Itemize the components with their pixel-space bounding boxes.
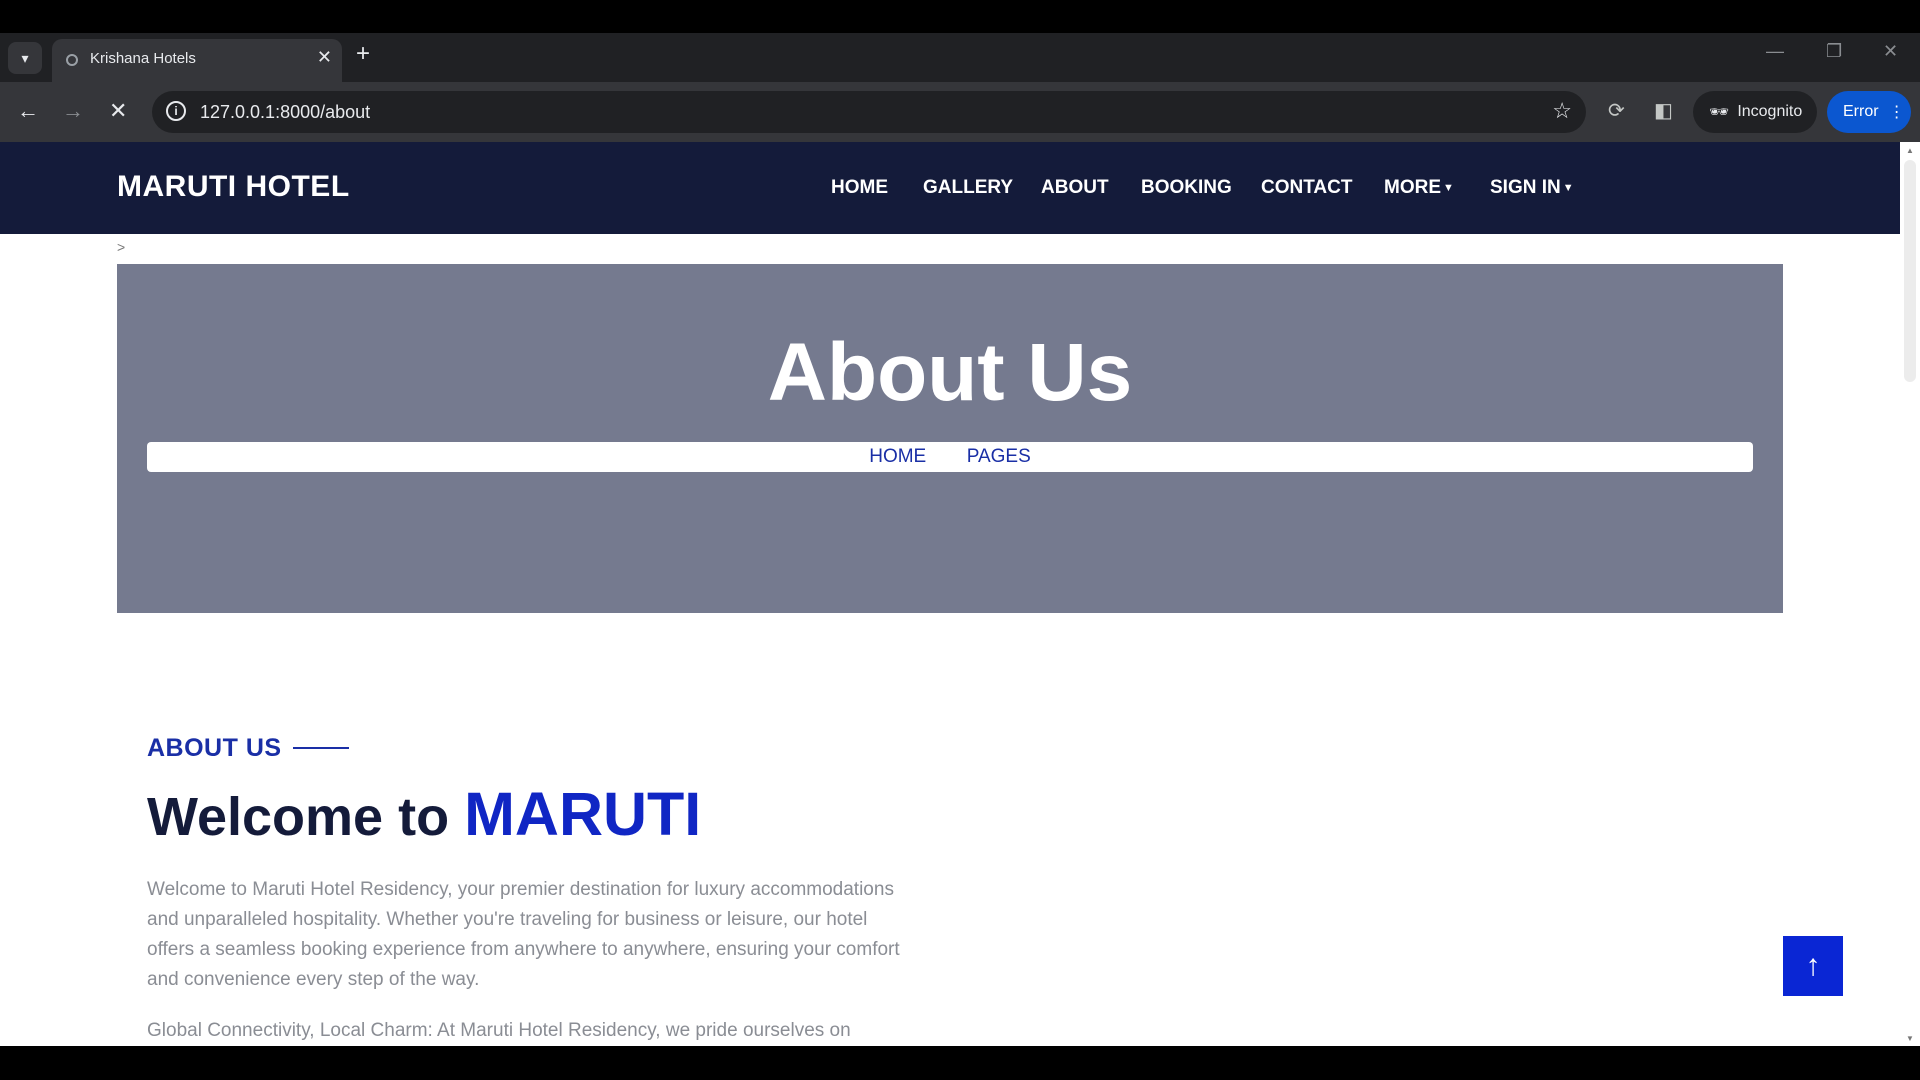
side-panel-icon[interactable]: ◧ <box>1654 98 1673 123</box>
page-viewport: MARUTI HOTEL HOME GALLERY ABOUT BOOKING … <box>0 142 1920 1046</box>
address-bar[interactable]: i 127.0.0.1:8000/about ☆ <box>152 91 1586 133</box>
scroll-down-icon[interactable]: ▼ <box>1906 1034 1914 1043</box>
welcome-accent: MARUTI <box>464 780 702 848</box>
about-paragraph-2: Global Connectivity, Local Charm: At Mar… <box>147 1020 851 1041</box>
page-title: About Us <box>767 327 1133 418</box>
arrow-up-icon: ↑ <box>1805 949 1821 982</box>
nav-signin-label: SIGN IN <box>1490 177 1561 198</box>
nav-signin-dropdown[interactable]: SIGN IN ▼ <box>1490 177 1574 199</box>
nav-about[interactable]: ABOUT <box>1041 177 1109 199</box>
browser-tab-active[interactable]: Krishana Hotels ✕ <box>52 39 342 82</box>
new-tab-icon[interactable]: + <box>356 40 370 68</box>
bookmark-star-icon[interactable]: ☆ <box>1552 98 1572 124</box>
nav-contact[interactable]: CONTACT <box>1261 177 1352 199</box>
scroll-thumb[interactable] <box>1904 160 1916 382</box>
tab-search-button[interactable]: ▾ <box>8 42 42 74</box>
breadcrumb: HOME PAGES <box>147 442 1753 472</box>
error-label: Error <box>1843 103 1879 120</box>
close-tab-icon[interactable]: ✕ <box>317 47 332 68</box>
page-header-banner: About Us HOME PAGES <box>117 264 1783 613</box>
back-icon[interactable]: ← <box>17 98 39 124</box>
nav-gallery[interactable]: GALLERY <box>923 177 1013 199</box>
welcome-heading: Welcome to MARUTI <box>147 779 701 849</box>
forward-icon[interactable]: → <box>62 98 84 124</box>
restore-icon[interactable]: ❐ <box>1826 41 1842 62</box>
tab-title: Krishana Hotels <box>90 50 196 67</box>
breadcrumb-home[interactable]: HOME <box>869 442 926 472</box>
more-menu-icon: ⋮ <box>1888 104 1905 121</box>
about-paragraph-1: Welcome to Maruti Hotel Residency, your … <box>147 879 900 990</box>
url-text[interactable]: 127.0.0.1:8000/about <box>200 102 370 123</box>
close-window-icon[interactable]: ✕ <box>1883 41 1898 62</box>
caret-down-icon: ▼ <box>1443 181 1454 194</box>
breadcrumb-pages[interactable]: PAGES <box>967 442 1031 472</box>
incognito-icon: 🕶 <box>1709 104 1730 121</box>
minimize-icon[interactable]: — <box>1766 41 1784 62</box>
history-sync-icon[interactable]: ⟳ <box>1608 98 1625 123</box>
nav-home[interactable]: HOME <box>831 177 888 199</box>
browser-toolbar: ← → ✕ i 127.0.0.1:8000/about ☆ ⟳ ◧ 🕶 Inc… <box>0 82 1920 142</box>
site-brand[interactable]: MARUTI HOTEL <box>117 170 350 204</box>
site-navbar: MARUTI HOTEL HOME GALLERY ABOUT BOOKING … <box>0 142 1900 234</box>
section-label-divider <box>293 747 349 749</box>
screen: ▾ Krishana Hotels ✕ + — ❐ ✕ ← → ✕ i 127.… <box>0 0 1920 1080</box>
site-info-icon[interactable]: i <box>166 101 186 121</box>
browser-tab-strip: ▾ Krishana Hotels ✕ + — ❐ ✕ <box>0 33 1920 82</box>
stop-loading-icon[interactable]: ✕ <box>109 98 127 124</box>
section-label: ABOUT US <box>147 734 282 762</box>
chevron-down-icon: ▾ <box>21 49 29 66</box>
nav-more-label: MORE <box>1384 177 1441 198</box>
breadcrumb-separator: > <box>117 239 126 255</box>
incognito-indicator[interactable]: 🕶 Incognito <box>1693 91 1817 133</box>
profile-error-button[interactable]: Error ⋮ <box>1827 91 1911 133</box>
caret-down-icon: ▼ <box>1562 181 1574 194</box>
incognito-label: Incognito <box>1737 103 1803 120</box>
nav-more-dropdown[interactable]: MORE ▼ <box>1384 177 1454 199</box>
welcome-text: Welcome to <box>147 787 450 847</box>
page-scrollbar[interactable]: ▲ ▼ <box>1900 142 1920 1046</box>
loading-favicon-icon <box>66 54 78 66</box>
scroll-up-icon[interactable]: ▲ <box>1906 146 1914 155</box>
back-to-top-button[interactable]: ↑ <box>1783 936 1843 996</box>
nav-booking[interactable]: BOOKING <box>1141 177 1232 199</box>
